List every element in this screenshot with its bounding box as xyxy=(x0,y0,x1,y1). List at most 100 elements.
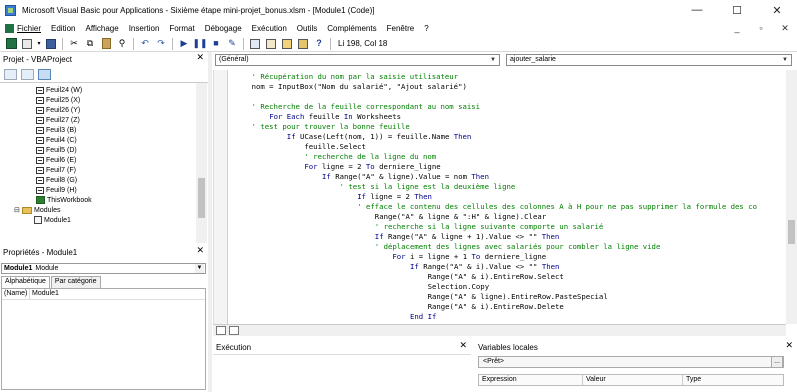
insert-module-button[interactable] xyxy=(20,37,34,50)
properties-window-button[interactable] xyxy=(264,37,278,50)
undo-button[interactable]: ↶ xyxy=(138,37,152,50)
code-line[interactable]: ' recherche de la ligne du nom xyxy=(234,152,757,162)
code-editor[interactable]: ' Récupération du nom par la saisie util… xyxy=(213,70,786,324)
code-margin[interactable] xyxy=(214,70,228,324)
tree-item-folder[interactable]: ⊟ Modules xyxy=(14,205,60,215)
find-button[interactable]: ⚲ xyxy=(115,37,129,50)
menu-debug[interactable]: Débogage xyxy=(200,20,247,36)
menu-help[interactable]: ? xyxy=(419,20,433,36)
project-explorer-button[interactable] xyxy=(248,37,262,50)
property-row[interactable]: (Name) Module1 xyxy=(2,289,205,300)
menu-format[interactable]: Format xyxy=(164,20,199,36)
doc-minimize-button[interactable]: _ xyxy=(725,20,749,36)
full-module-view-button[interactable] xyxy=(229,326,239,335)
help-button[interactable]: ? xyxy=(312,37,326,50)
toolbox-button[interactable] xyxy=(296,37,310,50)
tree-item-module[interactable]: Module1 xyxy=(34,215,71,225)
code-line[interactable]: Range("A" & i).EntireRow.Delete xyxy=(234,302,757,312)
code-line[interactable]: For i = ligne + 1 To derniere_ligne xyxy=(234,252,757,262)
code-line[interactable]: End If xyxy=(234,312,757,322)
code-line[interactable]: Selection.Copy xyxy=(234,282,757,292)
chevron-down-icon[interactable]: ▼ xyxy=(780,55,790,65)
code-line[interactable]: For ligne = 2 To derniere_ligne xyxy=(234,162,757,172)
menu-insert[interactable]: Insertion xyxy=(124,20,165,36)
code-line[interactable]: For Each feuille In Worksheets xyxy=(234,112,757,122)
property-value[interactable]: Module1 xyxy=(30,289,59,299)
object-browser-button[interactable] xyxy=(280,37,294,50)
view-code-button[interactable] xyxy=(4,68,17,80)
tree-item-sheet[interactable]: Feuil24 (W) xyxy=(36,85,82,95)
run-button[interactable]: ▶ xyxy=(177,37,191,50)
close-button[interactable]: ✕ xyxy=(757,0,797,20)
procedure-combo[interactable]: ajouter_salarie ▼ xyxy=(506,54,792,66)
tree-item-workbook[interactable]: ThisWorkbook xyxy=(36,195,92,205)
code-line[interactable]: ' déplacement des lignes avec salariés p… xyxy=(234,242,757,252)
view-object-button[interactable] xyxy=(21,68,34,80)
immediate-window[interactable] xyxy=(213,354,471,392)
column-expression[interactable]: Expression xyxy=(479,375,583,385)
break-button[interactable]: ❚❚ xyxy=(192,37,207,50)
tree-item-sheet[interactable]: Feuil3 (B) xyxy=(36,125,76,135)
code-line[interactable]: ' Recherche de la feuille correspondant … xyxy=(234,102,757,112)
redo-button[interactable]: ↷ xyxy=(154,37,168,50)
chevron-down-icon[interactable]: ▼ xyxy=(195,264,204,273)
menu-edit[interactable]: Edition xyxy=(46,20,80,36)
code-line[interactable] xyxy=(234,92,757,102)
locals-close-button[interactable]: ✕ xyxy=(785,340,793,351)
menu-view[interactable]: Affichage xyxy=(80,20,123,36)
tree-item-sheet[interactable]: Feuil4 (C) xyxy=(36,135,77,145)
code-line[interactable]: ' test pour trouver la bonne feuille xyxy=(234,122,757,132)
code-lines[interactable]: ' Récupération du nom par la saisie util… xyxy=(234,72,757,322)
tree-item-sheet[interactable]: Feuil5 (D) xyxy=(36,145,77,155)
column-type[interactable]: Type xyxy=(683,375,783,385)
minimize-button[interactable]: — xyxy=(677,0,717,20)
tree-item-sheet[interactable]: Feuil6 (E) xyxy=(36,155,76,165)
column-value[interactable]: Valeur xyxy=(583,375,683,385)
reset-button[interactable]: ■ xyxy=(209,37,223,50)
code-line[interactable]: If Range("A" & i).Value <> "" Then xyxy=(234,262,757,272)
code-line[interactable]: ' Récupération du nom par la saisie util… xyxy=(234,72,757,82)
paste-button[interactable] xyxy=(99,37,113,50)
maximize-button[interactable]: ☐ xyxy=(717,0,757,20)
menu-addins[interactable]: Compléments xyxy=(322,20,381,36)
scrollbar-thumb[interactable] xyxy=(788,220,795,244)
dropdown-chevron-icon[interactable]: ▾ xyxy=(36,37,42,50)
doc-restore-button[interactable]: ▫ xyxy=(749,20,773,36)
menu-file[interactable]: Fichier xyxy=(0,20,46,36)
procedure-view-button[interactable] xyxy=(216,326,226,335)
tab-by-category[interactable]: Par catégorie xyxy=(50,276,101,288)
scrollbar-thumb[interactable] xyxy=(198,178,205,218)
tree-item-sheet[interactable]: Feuil9 (H) xyxy=(36,185,77,195)
menu-run[interactable]: Exécution xyxy=(247,20,292,36)
save-button[interactable] xyxy=(44,37,58,50)
code-line[interactable]: Range("A" & ligne & ":H" & ligne).Clear xyxy=(234,212,757,222)
tree-item-sheet[interactable]: Feuil27 (Z) xyxy=(36,115,80,125)
code-line[interactable]: ' recherche si la ligne suivante comport… xyxy=(234,222,757,232)
code-line[interactable]: ' test si la ligne est la deuxième ligne xyxy=(234,182,757,192)
code-line[interactable]: If Range("A" & ligne + 1).Value <> "" Th… xyxy=(234,232,757,242)
project-explorer-close-button[interactable]: ✕ xyxy=(196,52,204,63)
design-mode-button[interactable]: ✎ xyxy=(225,37,239,50)
cut-button[interactable]: ✂ xyxy=(67,37,81,50)
tab-alphabetical[interactable]: Alphabétique xyxy=(1,276,50,288)
locals-call-stack-button[interactable]: ... xyxy=(771,356,783,368)
code-line[interactable]: Range("A" & ligne).EntireRow.PasteSpecia… xyxy=(234,292,757,302)
code-horizontal-scrollbar[interactable] xyxy=(213,324,786,336)
toggle-folders-button[interactable] xyxy=(38,68,51,80)
collapse-toggle-icon[interactable]: ⊟ xyxy=(14,206,20,214)
tree-item-sheet[interactable]: Feuil26 (Y) xyxy=(36,105,80,115)
view-excel-button[interactable] xyxy=(4,37,18,50)
project-tree-scrollbar[interactable] xyxy=(196,83,207,243)
chevron-down-icon[interactable]: ▼ xyxy=(488,55,498,65)
code-line[interactable]: ' efface le contenu des cellules des col… xyxy=(234,202,757,212)
menu-tools[interactable]: Outils xyxy=(292,20,322,36)
code-vertical-scrollbar[interactable] xyxy=(786,70,797,324)
code-line[interactable]: feuille.Select xyxy=(234,142,757,152)
tree-item-sheet[interactable]: Feuil7 (F) xyxy=(36,165,76,175)
tree-item-sheet[interactable]: Feuil25 (X) xyxy=(36,95,80,105)
code-line[interactable]: If ligne = 2 Then xyxy=(234,192,757,202)
code-line[interactable]: If UCase(Left(nom, 1)) = feuille.Name Th… xyxy=(234,132,757,142)
object-combo[interactable]: (Général) ▼ xyxy=(215,54,500,66)
code-line[interactable]: Range("A" & i).EntireRow.Select xyxy=(234,272,757,282)
menu-window[interactable]: Fenêtre xyxy=(382,20,420,36)
